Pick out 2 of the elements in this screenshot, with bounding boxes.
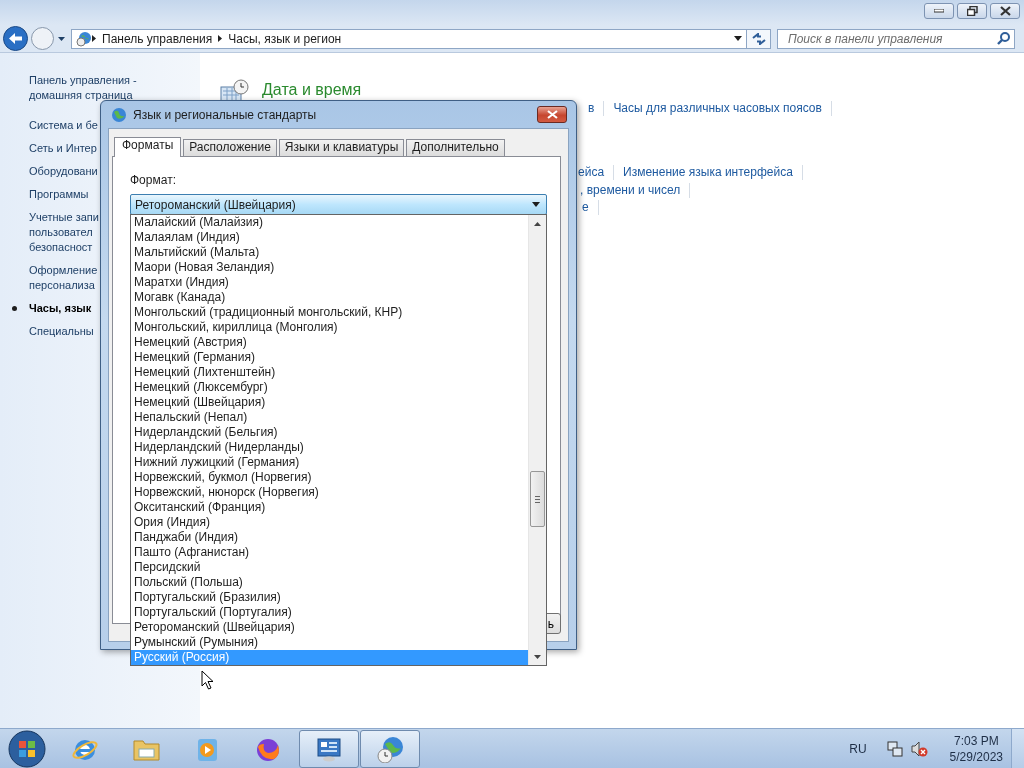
dialog-title: Язык и региональные стандарты (133, 107, 318, 122)
field-label: Формат: (130, 173, 177, 187)
